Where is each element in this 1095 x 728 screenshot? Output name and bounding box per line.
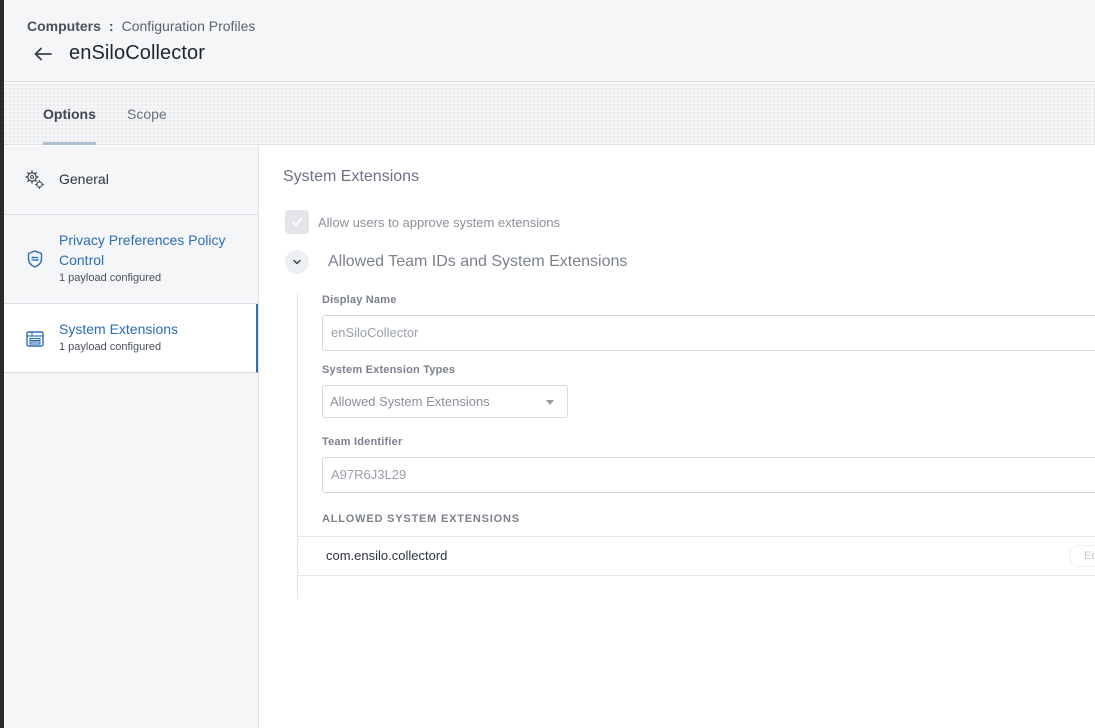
payload-sidebar: General Privacy Preferences Policy Contr… [4, 146, 259, 728]
team-identifier-label: Team Identifier [322, 436, 403, 448]
system-extensions-icon [25, 329, 45, 349]
list-item: com.ensilo.collectord Edit [298, 536, 1095, 576]
sidebar-item-label: Privacy Preferences Policy Control [59, 230, 226, 270]
tab-options[interactable]: Options [43, 83, 96, 145]
caret-down-icon [546, 400, 554, 405]
app-frame: Computers : Configuration Profiles enSil… [4, 0, 1095, 728]
title-row: enSiloCollector [34, 42, 205, 65]
allow-users-approve-checkbox[interactable] [285, 210, 309, 234]
sidebar-item-general[interactable]: General [4, 146, 258, 215]
breadcrumb-configuration-profiles[interactable]: Configuration Profiles [122, 18, 256, 34]
sidebar-item-label-line2: Control [59, 252, 105, 268]
allowed-team-ids-header: Allowed Team IDs and System Extensions [285, 250, 627, 274]
list-item-label: com.ensilo.collectord [326, 548, 448, 563]
display-name-label: Display Name [322, 294, 397, 306]
page-header: Computers : Configuration Profiles enSil… [4, 0, 1095, 82]
sidebar-item-sub: 1 payload configured [59, 272, 162, 284]
chevron-down-icon [293, 259, 301, 265]
breadcrumb: Computers : Configuration Profiles [27, 18, 255, 34]
section-title: System Extensions [283, 168, 420, 185]
team-identifier-field[interactable]: A97R6J3L29 [322, 457, 1095, 493]
page-title: enSiloCollector [69, 42, 206, 64]
system-extension-types-select[interactable]: Allowed System Extensions [322, 385, 568, 418]
shield-icon [25, 249, 45, 269]
tab-bar: Options Scope [4, 83, 1095, 145]
sidebar-item-label: System Extensions [59, 321, 179, 337]
allow-users-approve-row: Allow users to approve system extensions [285, 210, 560, 234]
allow-users-approve-label: Allow users to approve system extensions [318, 214, 561, 230]
group-title: Allowed Team IDs and System Extensions [328, 253, 628, 270]
collapse-toggle[interactable] [285, 250, 309, 274]
select-value: Allowed System Extensions [330, 394, 490, 409]
allowed-team-ids-group: Display Name enSiloCollector System Exte… [297, 294, 1095, 599]
checkmark-icon [292, 218, 302, 226]
gears-icon [25, 170, 45, 190]
sidebar-item-label-line1: Privacy Preferences Policy [59, 232, 226, 248]
back-arrow-icon[interactable] [34, 43, 56, 65]
system-extension-types-label: System Extension Types [322, 364, 456, 376]
payload-content: System Extensions Allow users to approve… [260, 146, 1095, 728]
breadcrumb-separator: : [108, 18, 114, 34]
edit-button[interactable]: Edit [1069, 545, 1095, 567]
breadcrumb-computers[interactable]: Computers [27, 18, 101, 34]
sidebar-item-privacy-preferences[interactable]: Privacy Preferences Policy Control 1 pay… [4, 215, 258, 304]
sidebar-item-system-extensions[interactable]: System Extensions 1 payload configured [4, 304, 258, 373]
sidebar-item-label: General [59, 171, 109, 187]
allowed-system-extensions-header: ALLOWED SYSTEM EXTENSIONS [322, 513, 520, 525]
tab-scope[interactable]: Scope [127, 83, 167, 145]
sidebar-item-sub: 1 payload configured [59, 341, 162, 353]
display-name-field[interactable]: enSiloCollector [322, 315, 1095, 351]
